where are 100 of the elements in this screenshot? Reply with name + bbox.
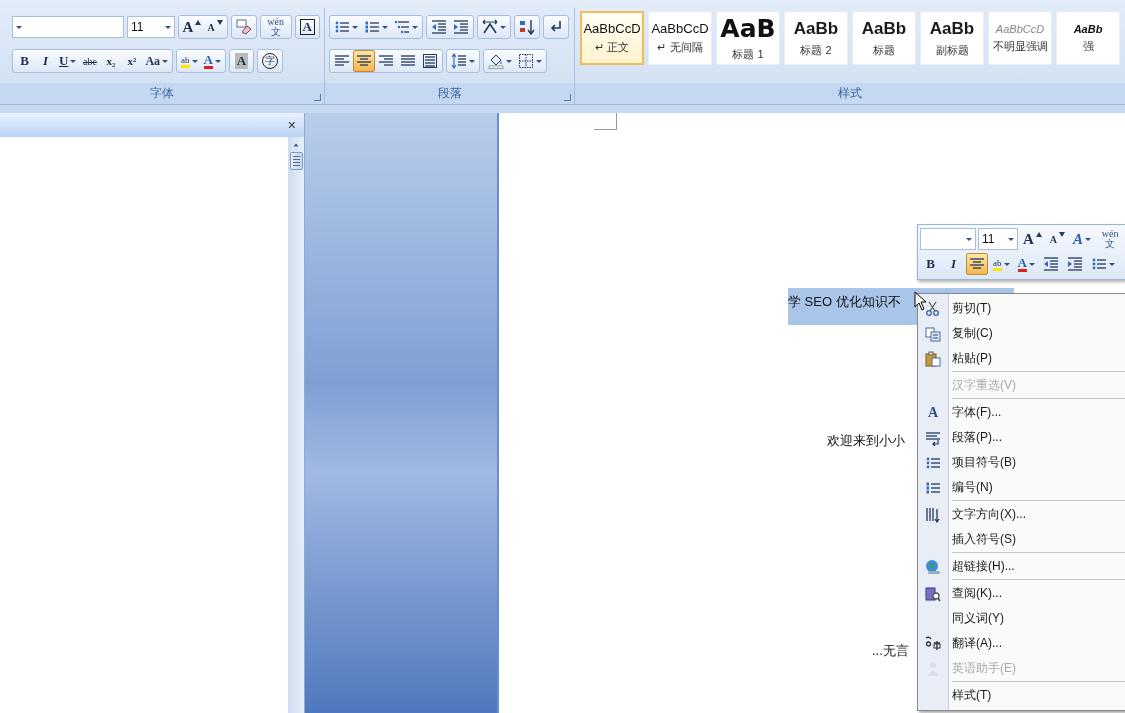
increase-indent-icon — [453, 19, 469, 35]
fontcolor-button[interactable]: A — [1014, 253, 1038, 275]
numbered-list-icon — [364, 19, 380, 35]
document-text: ...无言 — [872, 643, 909, 658]
align-right-icon — [378, 53, 394, 69]
clipboard-icon — [925, 350, 941, 367]
dropdown-caret-icon — [191, 59, 198, 63]
bullet-list-icon — [1090, 256, 1107, 272]
dropdown-caret-icon — [500, 25, 506, 29]
dropdown-caret-icon — [382, 25, 388, 29]
italic-button[interactable]: I — [35, 50, 56, 72]
strike-button[interactable]: abe — [79, 50, 101, 72]
scissors-icon — [925, 300, 941, 317]
dropdown-caret-icon — [214, 59, 221, 63]
document-text: 学 SEO 优化知识不 — [788, 294, 901, 309]
center-button[interactable] — [966, 253, 988, 275]
dropdown-caret-icon — [352, 25, 358, 29]
close-button[interactable]: × — [287, 117, 296, 133]
dropdown-caret-icon — [16, 25, 22, 29]
highlight-button[interactable]: ab — [178, 50, 201, 72]
grow-button[interactable]: A — [1020, 228, 1045, 250]
menu-item[interactable]: 编号(N) — [918, 475, 1125, 500]
menu-item[interactable]: 段落(P)... — [918, 425, 1125, 450]
dropdown-caret-icon — [1028, 262, 1035, 266]
decrease-indent-icon — [431, 19, 447, 35]
style-gallery-item[interactable]: AaB 标题 1 — [716, 11, 780, 65]
dropdown-caret-icon — [164, 25, 171, 29]
bold-button[interactable]: B — [14, 50, 35, 72]
dropdown-caret-icon — [1085, 237, 1092, 241]
menu-item[interactable]: 插入符号(S) — [918, 527, 1125, 552]
dropdown-caret-icon — [70, 59, 77, 63]
style-gallery-item[interactable]: AaBbCcD ↵ 无间隔 — [648, 11, 712, 65]
up-triangle-icon — [195, 20, 202, 25]
superscript-button[interactable]: x² — [121, 50, 143, 72]
menu-item[interactable]: 同义词(Y) — [918, 606, 1125, 631]
shrink-button[interactable]: A — [204, 16, 226, 38]
font-size-field[interactable]: 11 — [978, 228, 1018, 250]
dropdown-caret-icon — [1108, 262, 1115, 266]
style-gallery-item[interactable]: AaBb 副标题 — [920, 11, 984, 65]
menu-item[interactable]: 样式(T) — [918, 683, 1125, 708]
dropdown-caret-icon — [1008, 237, 1014, 241]
highlight-button[interactable]: ab — [990, 253, 1013, 275]
scroll-up-arrow-icon — [291, 141, 301, 149]
down-triangle-icon — [216, 20, 223, 25]
fontcolor-button[interactable]: A — [200, 50, 224, 72]
menu-item[interactable]: 项目符号(B) — [918, 450, 1125, 475]
margin-corner-mark — [594, 113, 617, 130]
italic-button[interactable]: I — [943, 253, 964, 275]
paint-bucket-icon — [488, 53, 504, 69]
dropdown-caret-icon — [469, 59, 475, 63]
style-gallery-item[interactable]: AaBb 标题 — [852, 11, 916, 65]
font-name-field[interactable] — [920, 228, 976, 250]
dropdown-caret-icon — [536, 59, 542, 63]
multilevel-list-icon — [394, 19, 410, 35]
grow-button[interactable]: A — [179, 16, 205, 38]
dropdown-caret-icon — [966, 237, 972, 241]
borders-grid-icon — [518, 53, 534, 69]
style-gallery-item[interactable]: AaBbCcD 不明显强调 — [988, 11, 1052, 65]
bold-button[interactable]: B — [920, 253, 941, 275]
subscript-button[interactable]: x₂ — [100, 50, 122, 72]
dropdown-caret-icon — [1003, 262, 1010, 266]
menu-item[interactable]: 复制(C) — [918, 321, 1125, 346]
case-button[interactable]: Aa — [142, 50, 172, 72]
font-size-field[interactable]: 11 — [127, 16, 175, 38]
shrink-button[interactable]: A — [1046, 228, 1069, 250]
style-gallery-item[interactable]: AaBb 标题 2 — [784, 11, 848, 65]
book-magnifier-icon — [925, 585, 941, 602]
dropdown-caret-icon — [412, 25, 418, 29]
line-spacing-icon — [451, 53, 467, 69]
down-triangle-icon — [1059, 232, 1066, 237]
dialog-launcher-icon[interactable] — [564, 94, 571, 101]
mouse-pointer-icon — [914, 291, 928, 312]
phonetic-button[interactable]: wén 文 — [1096, 228, 1125, 250]
style-gallery-item[interactable]: AaBb 强 — [1056, 11, 1120, 65]
scrollbar[interactable] — [288, 137, 304, 713]
decrease-indent-icon — [1042, 256, 1059, 272]
menu-item[interactable]: 超链接(H)... — [918, 554, 1125, 579]
menu-item[interactable]: A 字体(F)... — [918, 400, 1125, 425]
menu-item[interactable]: 文字方向(X)... — [918, 502, 1125, 527]
phonetic-button[interactable]: wén 文 — [261, 16, 290, 38]
font-name-field[interactable] — [12, 16, 125, 38]
distribute-icon — [422, 53, 438, 69]
copy-pages-icon — [925, 325, 941, 342]
menu-item[interactable]: 粘贴(P) — [918, 346, 1125, 371]
justify-icon — [400, 53, 416, 69]
dropdown-caret-icon — [162, 59, 169, 63]
menu-item[interactable]: 查阅(K)... — [918, 581, 1125, 606]
globe-icon — [925, 558, 941, 575]
style-gallery-item[interactable]: AaBbCcD ↵ 正文 — [580, 11, 644, 65]
text-direction-icon — [925, 506, 941, 523]
center-button[interactable] — [353, 50, 375, 72]
bullet-list-icon — [334, 19, 350, 35]
scroll-thumb[interactable] — [289, 152, 303, 170]
dialog-launcher-icon[interactable] — [314, 94, 321, 101]
group-label: 段落 — [437, 85, 462, 102]
shading-button[interactable]: A — [230, 50, 252, 72]
menu-item[interactable]: 翻译(A)... — [918, 631, 1125, 656]
styles-button[interactable]: A — [1070, 228, 1095, 250]
underline-button[interactable]: U — [56, 50, 80, 72]
up-triangle-icon — [1035, 232, 1042, 237]
